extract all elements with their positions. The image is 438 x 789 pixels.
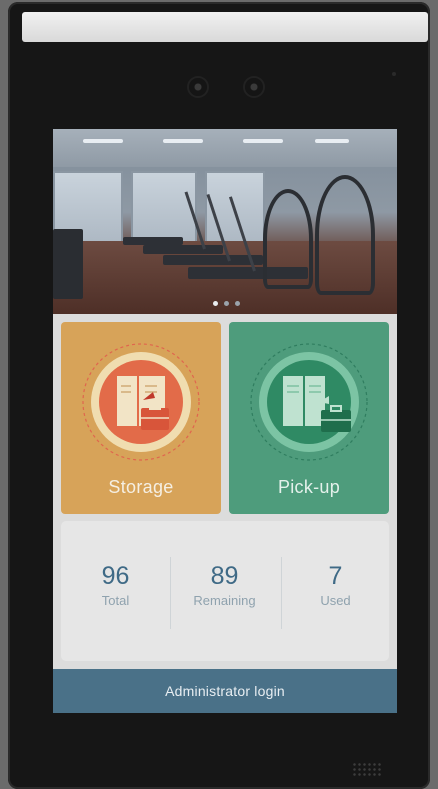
- carousel-dot[interactable]: [213, 301, 218, 306]
- stat-total: 96 Total: [61, 561, 170, 608]
- locker-pickup-icon: [250, 343, 368, 461]
- gym-banner-carousel[interactable]: [53, 129, 397, 314]
- administrator-login-button[interactable]: Administrator login: [53, 669, 397, 713]
- carousel-dot[interactable]: [224, 301, 229, 306]
- storage-label: Storage: [108, 477, 174, 497]
- pickup-button[interactable]: Pick-up: [229, 322, 389, 514]
- carousel-indicators[interactable]: [213, 301, 240, 306]
- device-top-bezel: [22, 12, 428, 42]
- stat-total-label: Total: [101, 593, 130, 608]
- camera-right-icon: [245, 78, 263, 96]
- stat-remaining-label: Remaining: [193, 593, 256, 608]
- stat-used-value: 7: [328, 562, 343, 590]
- speaker-grille: [352, 762, 382, 776]
- stat-used: 7 Used: [281, 561, 390, 608]
- banner-window: [131, 171, 197, 243]
- stat-used-label: Used: [320, 593, 351, 608]
- storage-button[interactable]: Storage: [61, 322, 221, 514]
- elliptical-machine: [263, 189, 313, 289]
- banner-ceiling: [53, 129, 397, 167]
- elliptical-machine: [315, 175, 375, 295]
- pickup-label: Pick-up: [277, 477, 341, 497]
- carousel-dot[interactable]: [235, 301, 240, 306]
- stat-total-value: 96: [101, 562, 130, 590]
- stat-remaining-value: 89: [210, 562, 239, 590]
- locker-stats-panel: 96 Total 89 Remaining 7 Used: [61, 521, 389, 661]
- locker-store-icon: [82, 343, 200, 461]
- camera-left-icon: [189, 78, 207, 96]
- stat-remaining: 89 Remaining: [170, 561, 279, 608]
- kiosk-screen: Storage Pick-up 96 Total 89 Remaining 7 …: [53, 129, 397, 713]
- sensor-icon: [392, 72, 396, 76]
